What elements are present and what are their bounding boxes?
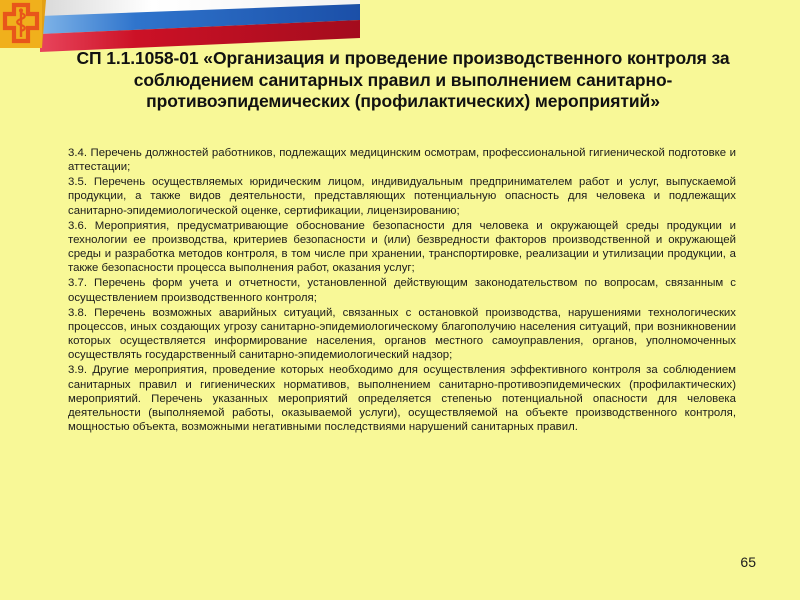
slide-title: СП 1.1.1058-01 «Организация и проведение… <box>76 48 730 111</box>
slide-body: 3.4. Перечень должностей работников, под… <box>68 146 736 435</box>
flag-stripe-blue <box>40 4 360 34</box>
paragraph-3-9: 3.9. Другие мероприятия, проведение кото… <box>68 364 736 433</box>
slide-number: 65 <box>740 554 756 570</box>
paragraph-3-7: 3.7. Перечень форм учета и отчетности, у… <box>68 277 736 304</box>
flag-stripe-white <box>40 0 180 16</box>
organization-logo <box>0 0 46 48</box>
paragraph-3-6: 3.6. Мероприятия, предусматривающие обос… <box>68 219 736 275</box>
slide-title-block: СП 1.1.1058-01 «Организация и проведение… <box>48 48 758 113</box>
paragraph-3-5: 3.5. Перечень осуществляемых юридическим… <box>68 176 736 217</box>
paragraph-3-4: 3.4. Перечень должностей работников, под… <box>68 147 736 174</box>
paragraph-3-8: 3.8. Перечень возможных аварийных ситуац… <box>68 306 736 362</box>
slide-canvas: СП 1.1.1058-01 «Организация и проведение… <box>0 0 800 600</box>
